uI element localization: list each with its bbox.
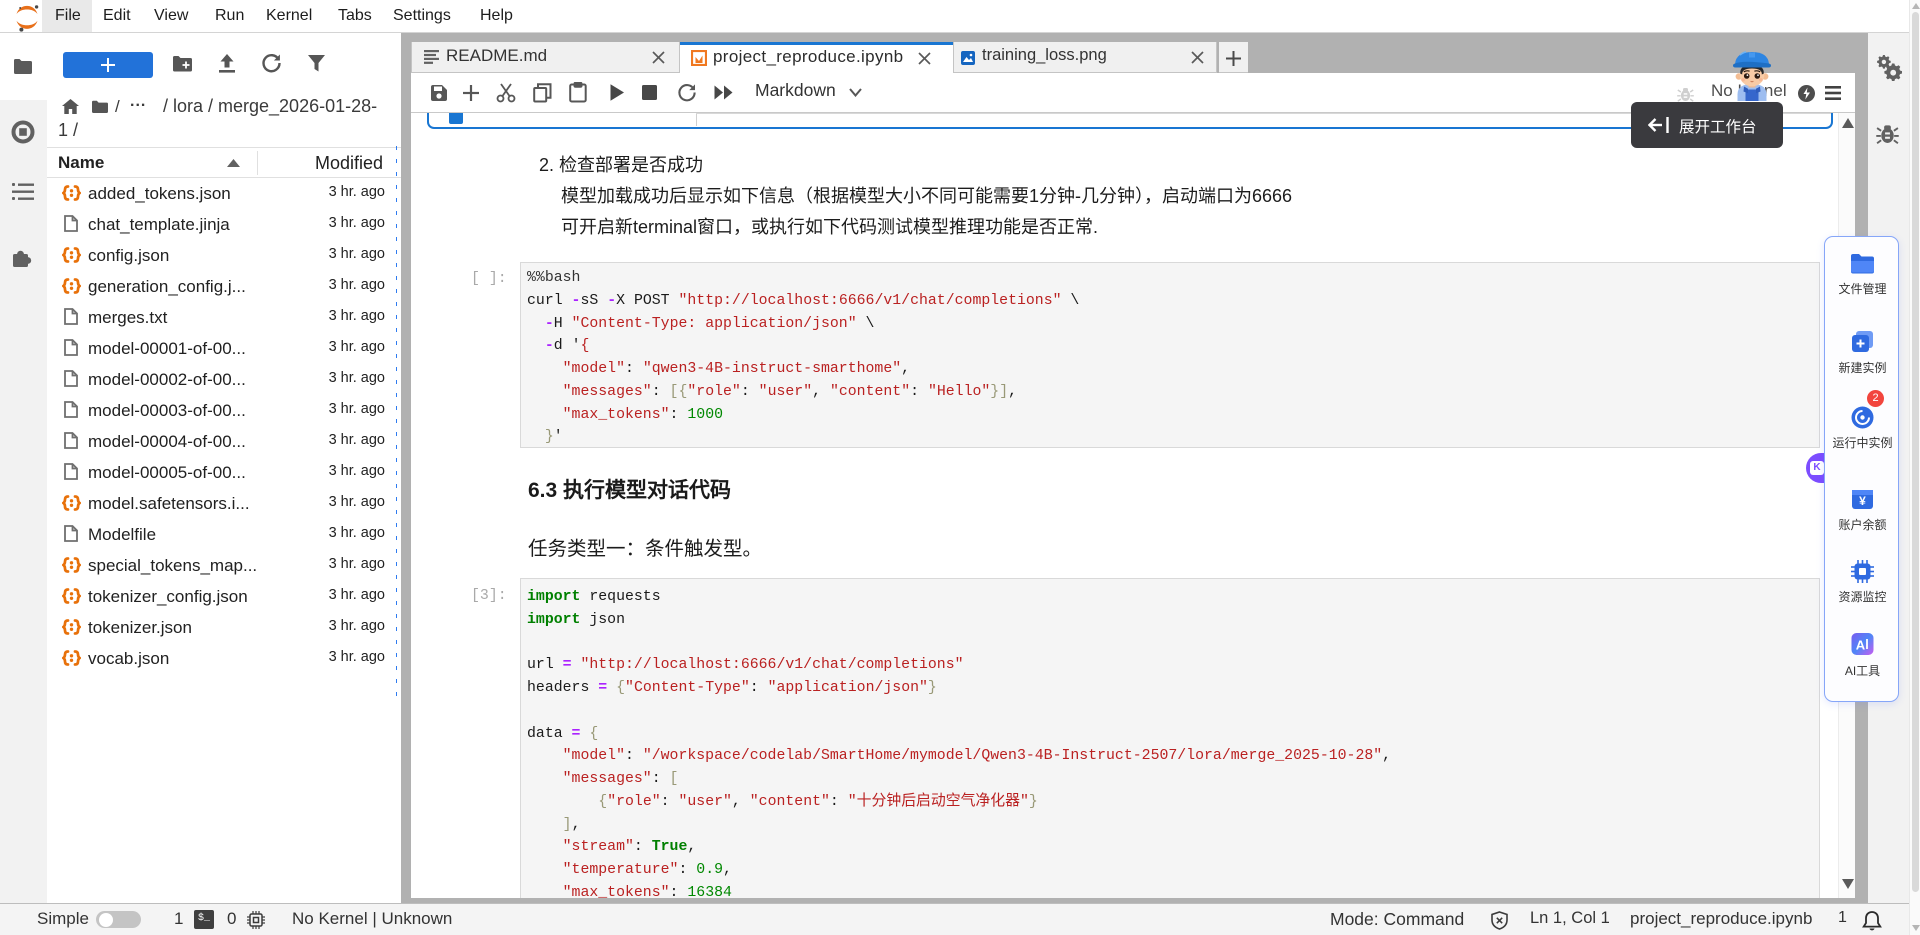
svg-text:A: A	[1856, 638, 1866, 653]
svg-text:¥: ¥	[1859, 494, 1866, 508]
